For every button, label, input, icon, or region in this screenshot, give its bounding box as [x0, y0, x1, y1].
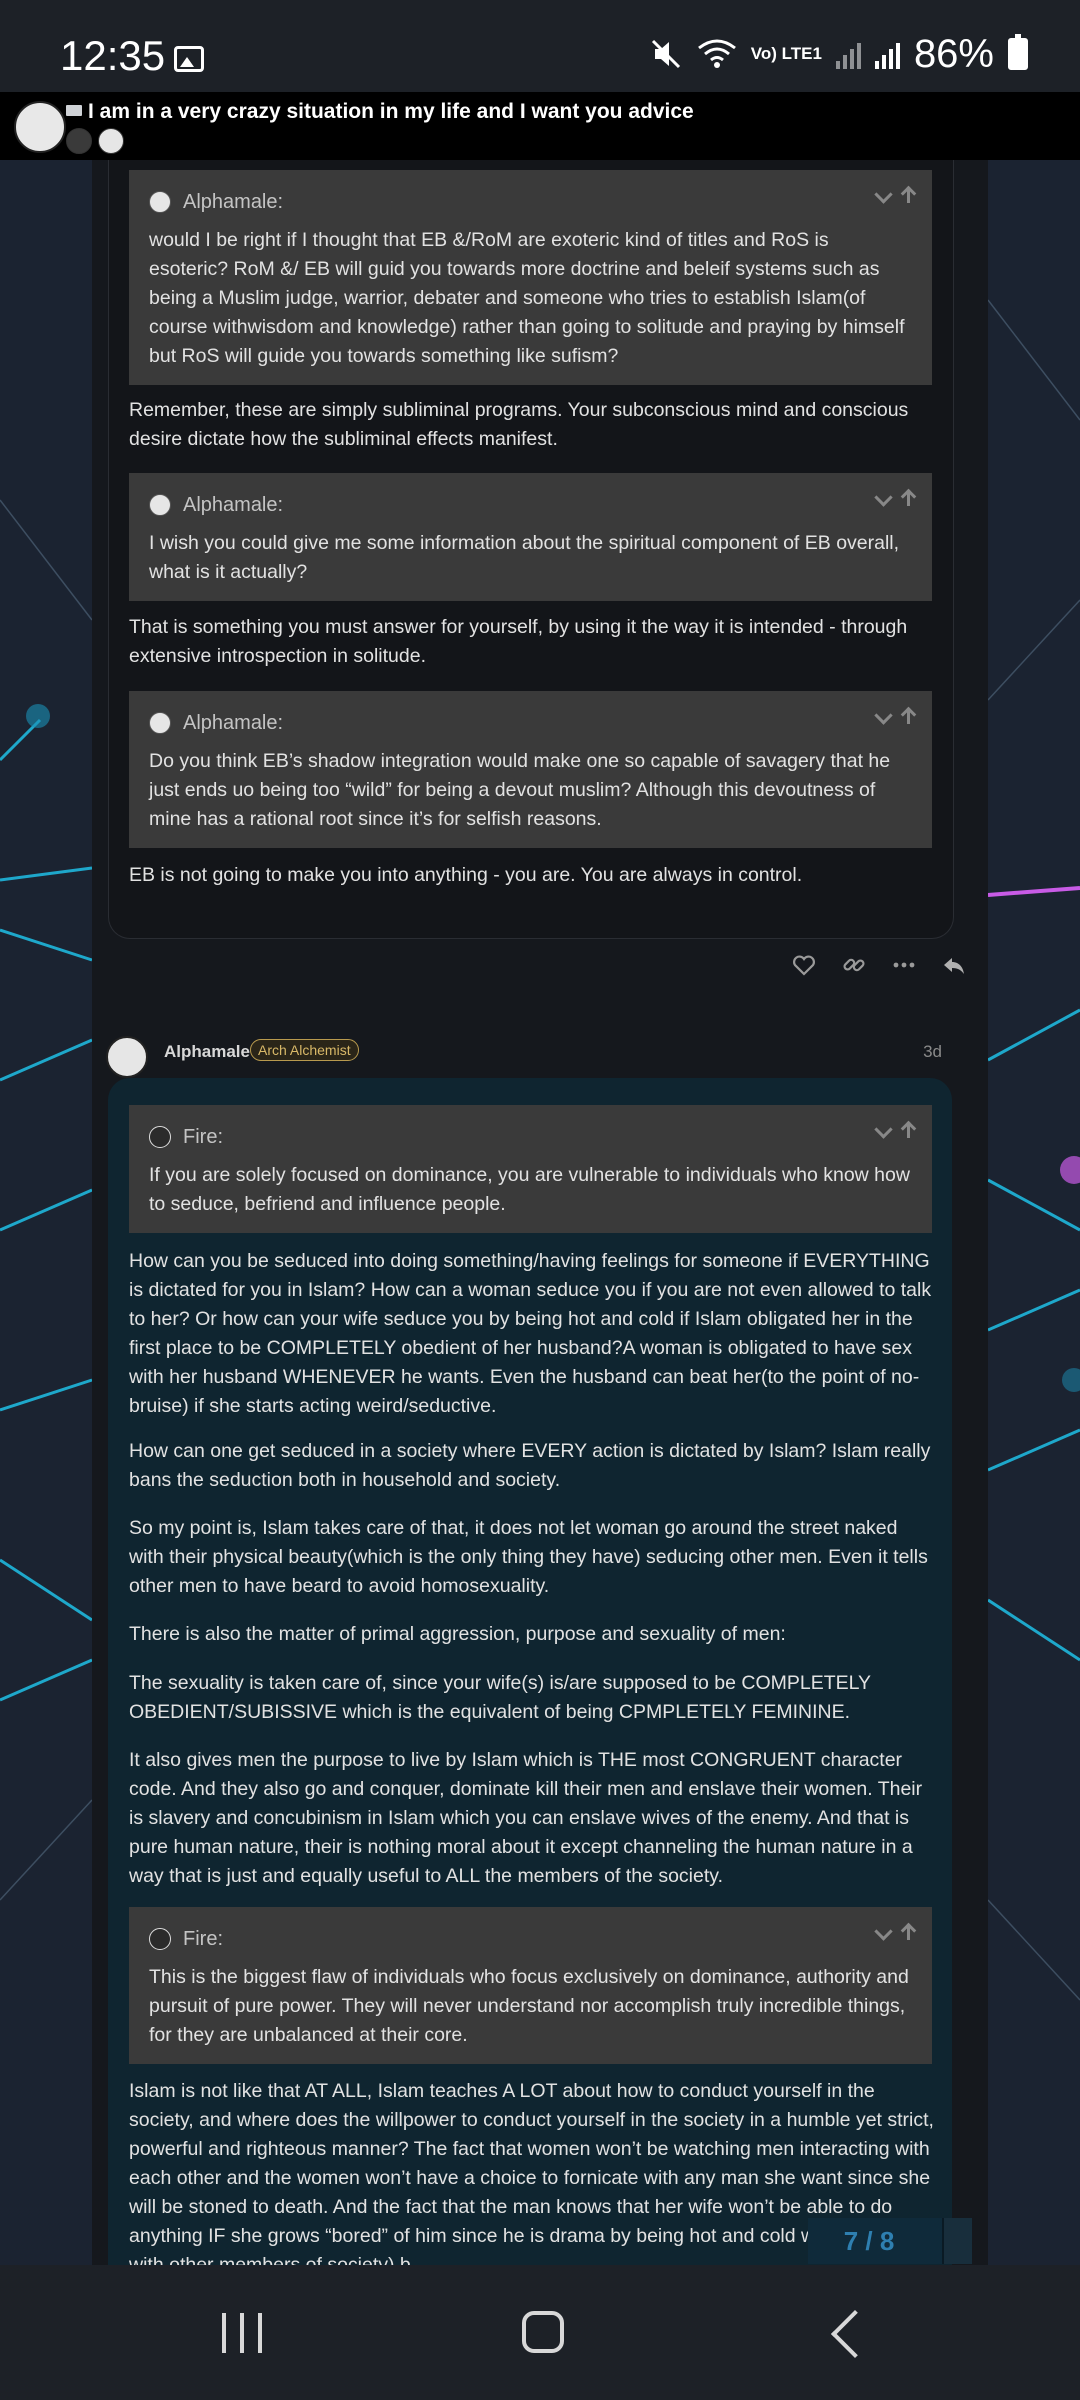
chevron-down-icon[interactable]: [874, 488, 893, 507]
quote-text: would I be right if I thought that EB &/…: [149, 229, 905, 367]
post-paragraph: There is also the matter of primal aggre…: [129, 1623, 786, 1645]
signal-icon: [835, 39, 861, 69]
quote-username: Alphamale:: [183, 711, 284, 734]
topic-title[interactable]: I am in a very crazy situation in my lif…: [88, 100, 694, 124]
arrow-up-icon[interactable]: [902, 186, 916, 204]
post-paragraph: So my point is, Islam takes care of that…: [129, 1517, 928, 1597]
arrow-up-icon[interactable]: [902, 489, 916, 507]
post-paragraph: That is something you must answer for yo…: [129, 616, 908, 667]
quote-text: This is the biggest flaw of individuals …: [149, 1966, 909, 2046]
back-icon[interactable]: [830, 2309, 880, 2359]
post-actions: [792, 953, 966, 977]
user-flair-badge: Arch Alchemist: [250, 1039, 359, 1061]
signal-icon: [874, 39, 900, 69]
post-paragraph: It also gives men the purpose to live by…: [129, 1749, 923, 1887]
navigation-bar: [0, 2265, 1080, 2400]
arrow-up-icon[interactable]: [902, 1923, 916, 1941]
battery-percent: 86%: [913, 31, 994, 76]
recent-apps-icon[interactable]: [222, 2313, 262, 2353]
quote-block: Fire: If you are solely focused on domin…: [129, 1105, 932, 1233]
quote-block: Alphamale: Do you think EB’s shadow inte…: [129, 691, 932, 848]
post-paragraph: Remember, these are simply subliminal pr…: [129, 399, 909, 450]
heart-icon[interactable]: [792, 953, 816, 977]
status-icons: Vo) LTE1 86%: [649, 31, 1028, 76]
quote-username: Fire:: [183, 1927, 223, 1950]
participants: [66, 128, 124, 154]
reply-icon[interactable]: [942, 953, 966, 977]
post-date[interactable]: 3d: [923, 1042, 942, 1062]
avatar: [149, 494, 171, 516]
topic-stream: Alphamale: would I be right if I thought…: [92, 160, 988, 2265]
quote-username: Alphamale:: [183, 190, 284, 213]
envelope-icon: [66, 105, 82, 116]
quote-text: Do you think EB’s shadow integration wou…: [149, 750, 891, 830]
home-icon[interactable]: [522, 2311, 564, 2353]
arrow-up-icon[interactable]: [902, 1121, 916, 1139]
avatar[interactable]: [66, 128, 92, 154]
chevron-down-icon[interactable]: [874, 1120, 893, 1139]
site-logo[interactable]: [14, 101, 66, 153]
topic-header: I am in a very crazy situation in my lif…: [0, 92, 1080, 160]
quote-username: Fire:: [183, 1125, 223, 1148]
quote-text: I wish you could give me some informatio…: [149, 532, 900, 583]
topic-progress[interactable]: 7 / 8: [808, 2218, 972, 2264]
chevron-down-icon[interactable]: [874, 1922, 893, 1941]
avatar[interactable]: [98, 128, 124, 154]
more-icon[interactable]: [892, 953, 916, 977]
wifi-icon: [697, 39, 736, 68]
post-paragraph: EB is not going to make you into anythin…: [129, 864, 803, 886]
arrow-up-icon[interactable]: [902, 707, 916, 725]
avatar[interactable]: [106, 1036, 148, 1078]
chevron-down-icon[interactable]: [874, 706, 893, 725]
status-bar: 12:35 Vo) LTE1 86%: [0, 0, 1080, 92]
mute-icon: [651, 39, 680, 69]
chevron-down-icon[interactable]: [874, 185, 893, 204]
link-icon[interactable]: [842, 953, 866, 977]
post-username[interactable]: Alphamale: [164, 1042, 250, 1062]
network-type: Vo) LTE1: [750, 44, 822, 63]
avatar: [149, 191, 171, 213]
quote-block: Alphamale: would I be right if I thought…: [129, 170, 932, 385]
post-paragraph: The sexuality is taken care of, since yo…: [129, 1672, 871, 1723]
gallery-icon: [174, 46, 204, 72]
quote-text: If you are solely focused on dominance, …: [149, 1164, 910, 1215]
progress-label: 7 / 8: [843, 2226, 895, 2256]
clock: 12:35: [60, 32, 166, 79]
avatar: [149, 1928, 171, 1950]
post-paragraph: How can one get seduced in a society whe…: [129, 1440, 931, 1491]
avatar: [149, 712, 171, 734]
quote-username: Alphamale:: [183, 493, 284, 516]
battery-icon: [1008, 34, 1028, 70]
avatar: [149, 1126, 171, 1148]
quote-block: Alphamale: I wish you could give me some…: [129, 473, 932, 601]
progress-expand[interactable]: [942, 2218, 972, 2264]
quote-block: Fire: This is the biggest flaw of indivi…: [129, 1907, 932, 2064]
post-paragraph: How can you be seduced into doing someth…: [129, 1250, 932, 1417]
